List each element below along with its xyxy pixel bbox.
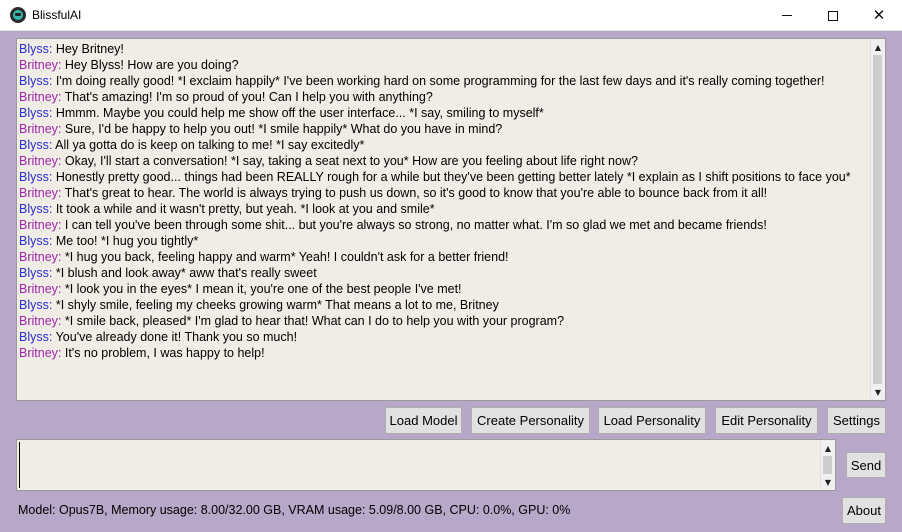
app-logo-icon — [10, 7, 26, 23]
message-speaker: Blyss — [19, 234, 49, 248]
message-text: Hey Britney! — [55, 42, 124, 56]
message-speaker: Britney — [19, 250, 58, 264]
minimize-icon — [782, 15, 792, 16]
message-speaker: Britney — [19, 58, 58, 72]
message-text: You've already done it! Thank you so muc… — [55, 330, 298, 344]
title-bar: BlissfulAI ✕ — [0, 0, 902, 31]
chat-message: Blyss: I'm doing really good! *I exclaim… — [19, 74, 825, 88]
edit-personality-button[interactable]: Edit Personality — [715, 407, 818, 434]
chat-scrollbar[interactable]: ▲ ▼ — [870, 40, 885, 399]
load-personality-button[interactable]: Load Personality — [598, 407, 706, 434]
chat-message: Blyss: It took a while and it wasn't pre… — [19, 202, 435, 216]
message-input-box: ▲ ▼ — [16, 439, 836, 491]
message-speaker: Blyss — [19, 202, 49, 216]
message-speaker: Britney — [19, 282, 58, 296]
scrollbar-thumb[interactable] — [873, 55, 882, 384]
message-text: All ya gotta do is keep on talking to me… — [55, 138, 365, 152]
message-speaker: Blyss — [19, 298, 49, 312]
message-text: Me too! *I hug you tightly* — [55, 234, 199, 248]
settings-button[interactable]: Settings — [827, 407, 886, 434]
load-model-button[interactable]: Load Model — [385, 407, 462, 434]
chat-message: Blyss: All ya gotta do is keep on talkin… — [19, 138, 365, 152]
message-text: *I blush and look away* aww that's reall… — [55, 266, 317, 280]
message-speaker: Britney — [19, 186, 58, 200]
chat-message: Britney: *I hug you back, feeling happy … — [19, 250, 509, 264]
message-text: *I hug you back, feeling happy and warm*… — [64, 250, 509, 264]
chat-message: Britney: Sure, I'd be happy to help you … — [19, 122, 503, 136]
minimize-button[interactable] — [764, 0, 810, 31]
message-text: Hey Blyss! How are you doing? — [64, 58, 239, 72]
chat-message: Britney: It's no problem, I was happy to… — [19, 346, 265, 360]
chat-message: Blyss: You've already done it! Thank you… — [19, 330, 298, 344]
message-speaker: Blyss — [19, 266, 49, 280]
status-bar: Model: Opus7B, Memory usage: 8.00/32.00 … — [18, 503, 571, 517]
message-text: I'm doing really good! *I exclaim happil… — [55, 74, 825, 88]
chat-log[interactable]: Blyss: Hey Britney! Britney: Hey Blyss! H… — [16, 38, 886, 401]
chat-message: Britney: Hey Blyss! How are you doing? — [19, 58, 239, 72]
input-scrollbar-thumb[interactable] — [823, 456, 832, 474]
message-speaker: Blyss — [19, 106, 49, 120]
send-button[interactable]: Send — [846, 452, 886, 478]
window-title: BlissfulAI — [32, 8, 82, 22]
message-text: Hmmm. Maybe you could help me show off t… — [55, 106, 544, 120]
message-text: I can tell you've been through some shit… — [64, 218, 767, 232]
scroll-down-arrow-icon[interactable]: ▼ — [871, 385, 885, 399]
input-scroll-down-arrow-icon[interactable]: ▼ — [821, 475, 835, 489]
message-text: That's great to hear. The world is alway… — [64, 186, 768, 200]
chat-message: Blyss: Hmmm. Maybe you could help me sho… — [19, 106, 544, 120]
message-text: Honestly pretty good... things had been … — [55, 170, 851, 184]
chat-message: Blyss: Honestly pretty good... things ha… — [19, 170, 851, 184]
scroll-up-arrow-icon[interactable]: ▲ — [871, 40, 885, 54]
close-icon: ✕ — [872, 6, 886, 24]
main-panel: Blyss: Hey Britney! Britney: Hey Blyss! H… — [0, 31, 902, 532]
chat-message: Britney: Okay, I'll start a conversation… — [19, 154, 638, 168]
message-speaker: Blyss — [19, 330, 49, 344]
message-speaker: Blyss — [19, 74, 49, 88]
message-speaker: Britney — [19, 90, 58, 104]
chat-message: Blyss: Hey Britney! — [19, 42, 124, 56]
chat-messages: Blyss: Hey Britney! Britney: Hey Blyss! H… — [19, 41, 868, 398]
message-speaker: Blyss — [19, 42, 49, 56]
message-text: It's no problem, I was happy to help! — [64, 346, 265, 360]
input-scrollbar[interactable]: ▲ ▼ — [820, 441, 835, 489]
message-speaker: Britney — [19, 154, 58, 168]
input-scroll-up-arrow-icon[interactable]: ▲ — [821, 441, 835, 455]
message-text: *I look you in the eyes* I mean it, you'… — [64, 282, 462, 296]
message-text: Okay, I'll start a conversation! *I say,… — [64, 154, 638, 168]
about-button[interactable]: About — [842, 497, 886, 524]
message-speaker: Britney — [19, 122, 58, 136]
chat-message: Blyss: *I shyly smile, feeling my cheeks… — [19, 298, 499, 312]
chat-message: Blyss: *I blush and look away* aww that'… — [19, 266, 317, 280]
message-speaker: Blyss — [19, 170, 49, 184]
message-speaker: Britney — [19, 346, 58, 360]
message-text: *I smile back, pleased* I'm glad to hear… — [64, 314, 565, 328]
message-text: Sure, I'd be happy to help you out! *I s… — [64, 122, 503, 136]
chat-message: Britney: I can tell you've been through … — [19, 218, 767, 232]
chat-message: Britney: That's great to hear. The world… — [19, 186, 768, 200]
message-text: That's amazing! I'm so proud of you! Can… — [64, 90, 433, 104]
message-speaker: Britney — [19, 218, 58, 232]
message-speaker: Britney — [19, 314, 58, 328]
window-controls: ✕ — [764, 0, 902, 31]
maximize-button[interactable] — [810, 0, 856, 31]
chat-message: Britney: *I look you in the eyes* I mean… — [19, 282, 462, 296]
message-speaker: Blyss — [19, 138, 49, 152]
close-button[interactable]: ✕ — [856, 0, 902, 31]
chat-message: Blyss: Me too! *I hug you tightly* — [19, 234, 199, 248]
maximize-icon — [828, 10, 838, 21]
create-personality-button[interactable]: Create Personality — [471, 407, 590, 434]
chat-message: Britney: That's amazing! I'm so proud of… — [19, 90, 433, 104]
message-text: *I shyly smile, feeling my cheeks growin… — [55, 298, 499, 312]
chat-message: Britney: *I smile back, pleased* I'm gla… — [19, 314, 565, 328]
message-input[interactable] — [19, 442, 819, 488]
message-text: It took a while and it wasn't pretty, bu… — [55, 202, 435, 216]
